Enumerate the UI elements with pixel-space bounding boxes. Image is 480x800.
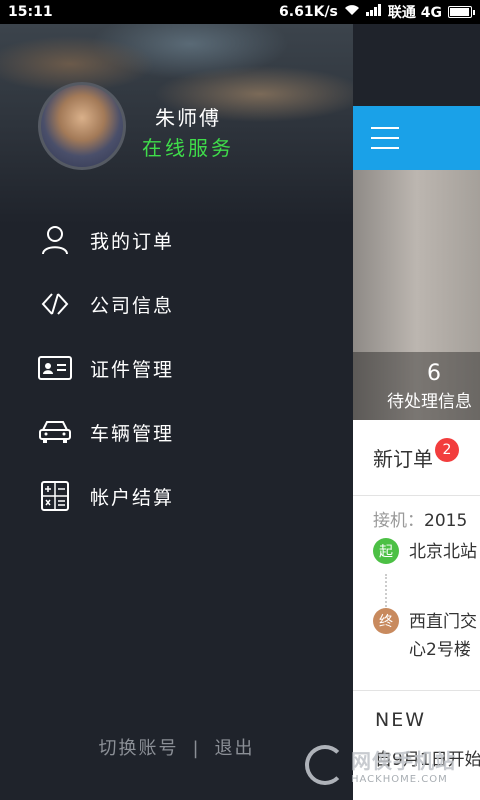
status-bar: 15:11 6.61K/s 联通 4G xyxy=(0,0,480,24)
carrier-label: 联通 4G xyxy=(387,5,442,21)
menu-item-vehicles[interactable]: 车辆管理 xyxy=(0,400,353,464)
drawer-footer: 切换账号 | 退出 xyxy=(0,734,353,760)
new-order-title: 新订单 xyxy=(373,447,433,471)
logout-link[interactable]: 退出 xyxy=(215,738,255,759)
menu-item-billing[interactable]: 帐户结算 xyxy=(0,464,353,528)
news-title: NEW xyxy=(375,709,427,731)
id-card-icon xyxy=(38,351,72,385)
menu-item-documents[interactable]: 证件管理 xyxy=(0,336,353,400)
menu-item-label: 证件管理 xyxy=(90,358,175,381)
menu-item-my-orders[interactable]: 我的订单 xyxy=(0,208,353,272)
wifi-icon xyxy=(344,4,360,20)
car-icon xyxy=(38,415,72,449)
avatar[interactable] xyxy=(38,82,126,170)
app-header xyxy=(353,106,480,170)
calculator-icon xyxy=(38,479,72,513)
network-speed: 6.61K/s xyxy=(279,4,338,20)
menu-item-label: 帐户结算 xyxy=(90,486,175,509)
new-order-badge: 2 xyxy=(435,438,459,462)
menu-item-label: 公司信息 xyxy=(90,294,175,317)
destination-row: 终 西直门交 心2号楼 xyxy=(373,608,477,664)
watermark-url: HACKHOME.COM xyxy=(351,774,448,785)
signal-icon xyxy=(365,4,382,20)
menu-item-label: 车辆管理 xyxy=(90,422,175,445)
origin-row: 起 北京北站 xyxy=(373,538,477,568)
drawer-menu: 我的订单 公司信息 证件管理 车辆管理 帐户结算 xyxy=(0,208,353,528)
pending-label[interactable]: 待处理信息 xyxy=(387,387,472,412)
destination-pin-icon: 终 xyxy=(373,608,399,638)
status-time: 15:11 xyxy=(8,4,53,20)
watermark-logo-icon xyxy=(305,745,345,785)
origin-pin-icon: 起 xyxy=(373,538,399,568)
hero-banner: 6 待处理信息 xyxy=(353,170,480,420)
switch-account-link[interactable]: 切换账号 xyxy=(98,738,178,759)
new-order-header[interactable]: 新订单 2 xyxy=(353,420,480,496)
hamburger-menu-icon[interactable] xyxy=(371,127,399,149)
menu-item-company-info[interactable]: 公司信息 xyxy=(0,272,353,336)
footer-separator: | xyxy=(192,738,201,759)
side-drawer: 朱师傅 在线服务 我的订单 公司信息 证件管理 车辆管理 帐户结算 切换账号 |… xyxy=(0,24,353,800)
pickup-value: 2015 xyxy=(424,511,468,531)
user-icon xyxy=(38,223,72,257)
pickup-row: 接机：2015 xyxy=(373,506,480,531)
diamond-icon xyxy=(38,287,72,321)
menu-item-label: 我的订单 xyxy=(90,230,175,253)
pickup-label: 接机： xyxy=(373,511,424,531)
main-content: 6 待处理信息 新订单 2 接机：2015 起 北京北站 终 西直门交 心2号楼 xyxy=(353,106,480,800)
online-status: 在线服务 xyxy=(142,136,234,160)
watermark-title: 网侠手机站 xyxy=(351,749,456,773)
watermark: 网侠手机站 HACKHOME.COM xyxy=(305,735,480,795)
origin-text: 北京北站 xyxy=(409,542,477,562)
user-name: 朱师傅 xyxy=(155,106,221,130)
battery-icon xyxy=(448,6,475,18)
destination-text: 西直门交 心2号楼 xyxy=(409,612,477,660)
order-detail: 接机：2015 起 北京北站 终 西直门交 心2号楼 xyxy=(353,496,480,690)
pending-count: 6 xyxy=(427,361,441,386)
